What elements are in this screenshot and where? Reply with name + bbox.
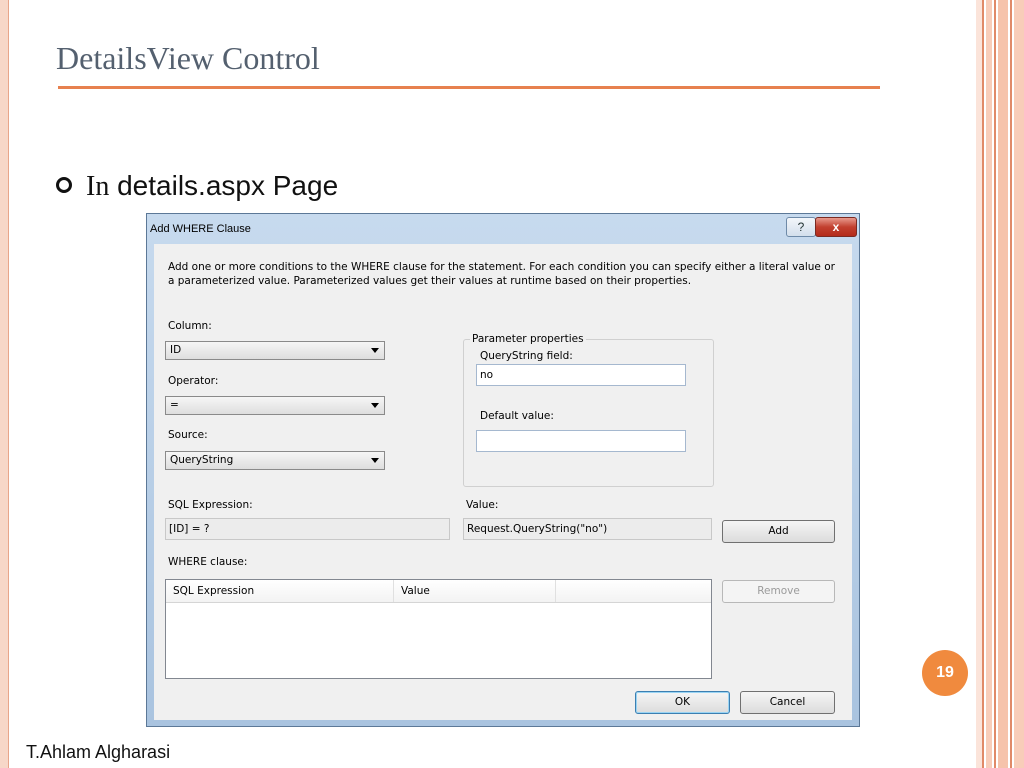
cancel-button[interactable]: Cancel	[740, 691, 835, 714]
ok-button[interactable]: OK	[635, 691, 730, 714]
source-dropdown[interactable]: QueryString	[165, 451, 385, 470]
column-dropdown[interactable]: ID	[165, 341, 385, 360]
remove-button[interactable]: Remove	[722, 580, 835, 603]
source-dropdown-value: QueryString	[170, 454, 234, 466]
sql-expression-field: [ID] = ?	[165, 518, 450, 540]
dialog-titlebar: Add WHERE Clause ? x	[147, 214, 859, 242]
operator-dropdown-value: =	[170, 399, 179, 411]
value-label: Value:	[466, 499, 499, 511]
slide-title: DetailsView Control	[56, 40, 320, 76]
where-clause-label: WHERE clause:	[168, 556, 248, 568]
dialog-description: Add one or more conditions to the WHERE …	[168, 261, 835, 287]
add-button[interactable]: Add	[722, 520, 835, 543]
bullet-text: details.aspx Page	[109, 170, 339, 201]
column-header-sql-expression[interactable]: SQL Expression	[166, 580, 394, 602]
dialog-client-area: Add one or more conditions to the WHERE …	[154, 244, 852, 720]
help-button[interactable]: ?	[786, 217, 816, 237]
value-field: Request.QueryString("no")	[463, 518, 712, 540]
sql-expression-label: SQL Expression:	[168, 499, 253, 511]
slide-right-decoration	[976, 0, 1024, 768]
column-label: Column:	[168, 320, 212, 332]
parameter-properties-label: Parameter properties	[470, 333, 586, 345]
bullet-circle-icon	[56, 176, 72, 193]
page-number-badge: 19	[922, 650, 968, 696]
list-header: SQL Expression Value	[166, 580, 711, 603]
column-dropdown-value: ID	[170, 344, 182, 356]
slide-left-border	[0, 0, 9, 768]
add-where-clause-dialog: Add WHERE Clause ? x Add one or more con…	[146, 213, 860, 727]
querystring-field-input[interactable]: no	[476, 364, 686, 386]
chevron-down-icon	[371, 348, 379, 353]
chevron-down-icon	[371, 403, 379, 408]
where-clause-list[interactable]: SQL Expression Value	[165, 579, 712, 679]
column-header-value[interactable]: Value	[394, 580, 556, 602]
default-value-label: Default value:	[480, 410, 554, 422]
bullet-item: In details.aspx Page	[56, 170, 338, 203]
close-button[interactable]: x	[815, 217, 857, 237]
default-value-input[interactable]	[476, 430, 686, 452]
bullet-prefix: In	[86, 171, 110, 202]
operator-dropdown[interactable]: =	[165, 396, 385, 415]
title-underline	[58, 86, 880, 89]
author-footer: T.Ahlam Algharasi	[26, 742, 171, 762]
column-header-empty[interactable]	[556, 580, 713, 602]
operator-label: Operator:	[168, 375, 219, 387]
dialog-title: Add WHERE Clause	[150, 223, 251, 235]
source-label: Source:	[168, 429, 208, 441]
querystring-field-label: QueryString field:	[480, 350, 573, 362]
chevron-down-icon	[371, 458, 379, 463]
